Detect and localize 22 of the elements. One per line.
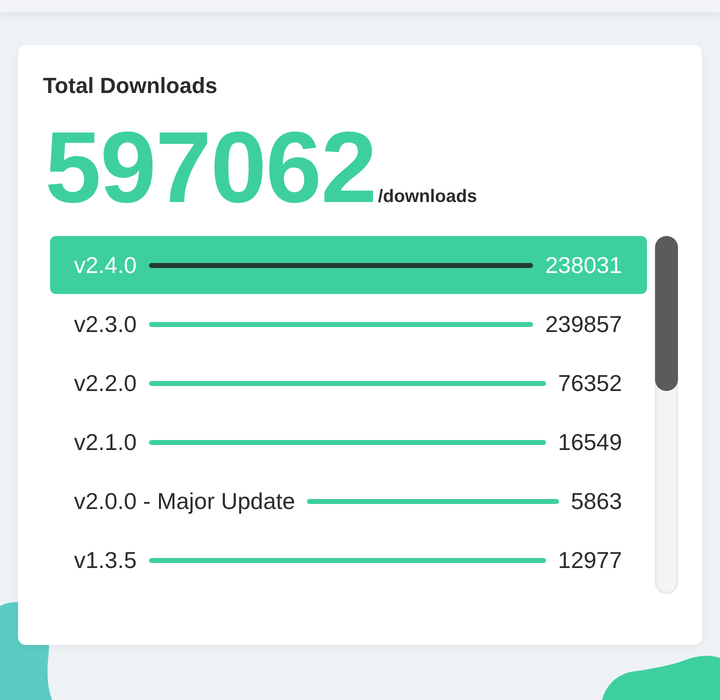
unit-label: /downloads [378,186,478,207]
version-name: v2.2.0 [74,370,137,396]
version-row[interactable]: v2.2.0 76352 [50,354,647,412]
scrollbar-thumb[interactable] [655,236,678,391]
download-count: 238031 [545,252,622,278]
download-count: 239857 [545,310,622,338]
download-count: 76352 [558,370,622,396]
download-count: 16549 [558,428,622,456]
download-count: 5863 [570,488,622,514]
version-name: v2.1.0 [74,428,137,456]
card-title: Total Downloads [43,73,218,99]
version-row[interactable]: v1.3.5 12977 [50,531,647,589]
version-name: v1.3.5 [74,546,137,574]
download-count: 12977 [558,546,622,574]
total-downloads-count: 597062 [45,111,376,226]
version-name: v2.3.0 [74,310,137,338]
version-row[interactable]: v2.1.0 16549 [50,413,647,471]
version-row[interactable]: v2.0.0 - Major Update 5863 [50,472,647,530]
version-row[interactable]: v2.3.0 239857 [50,295,647,353]
scrollbar-track[interactable] [655,236,678,594]
version-name: v2.4.0 [74,252,137,278]
version-name: v2.0.0 - Major Update [74,488,296,514]
